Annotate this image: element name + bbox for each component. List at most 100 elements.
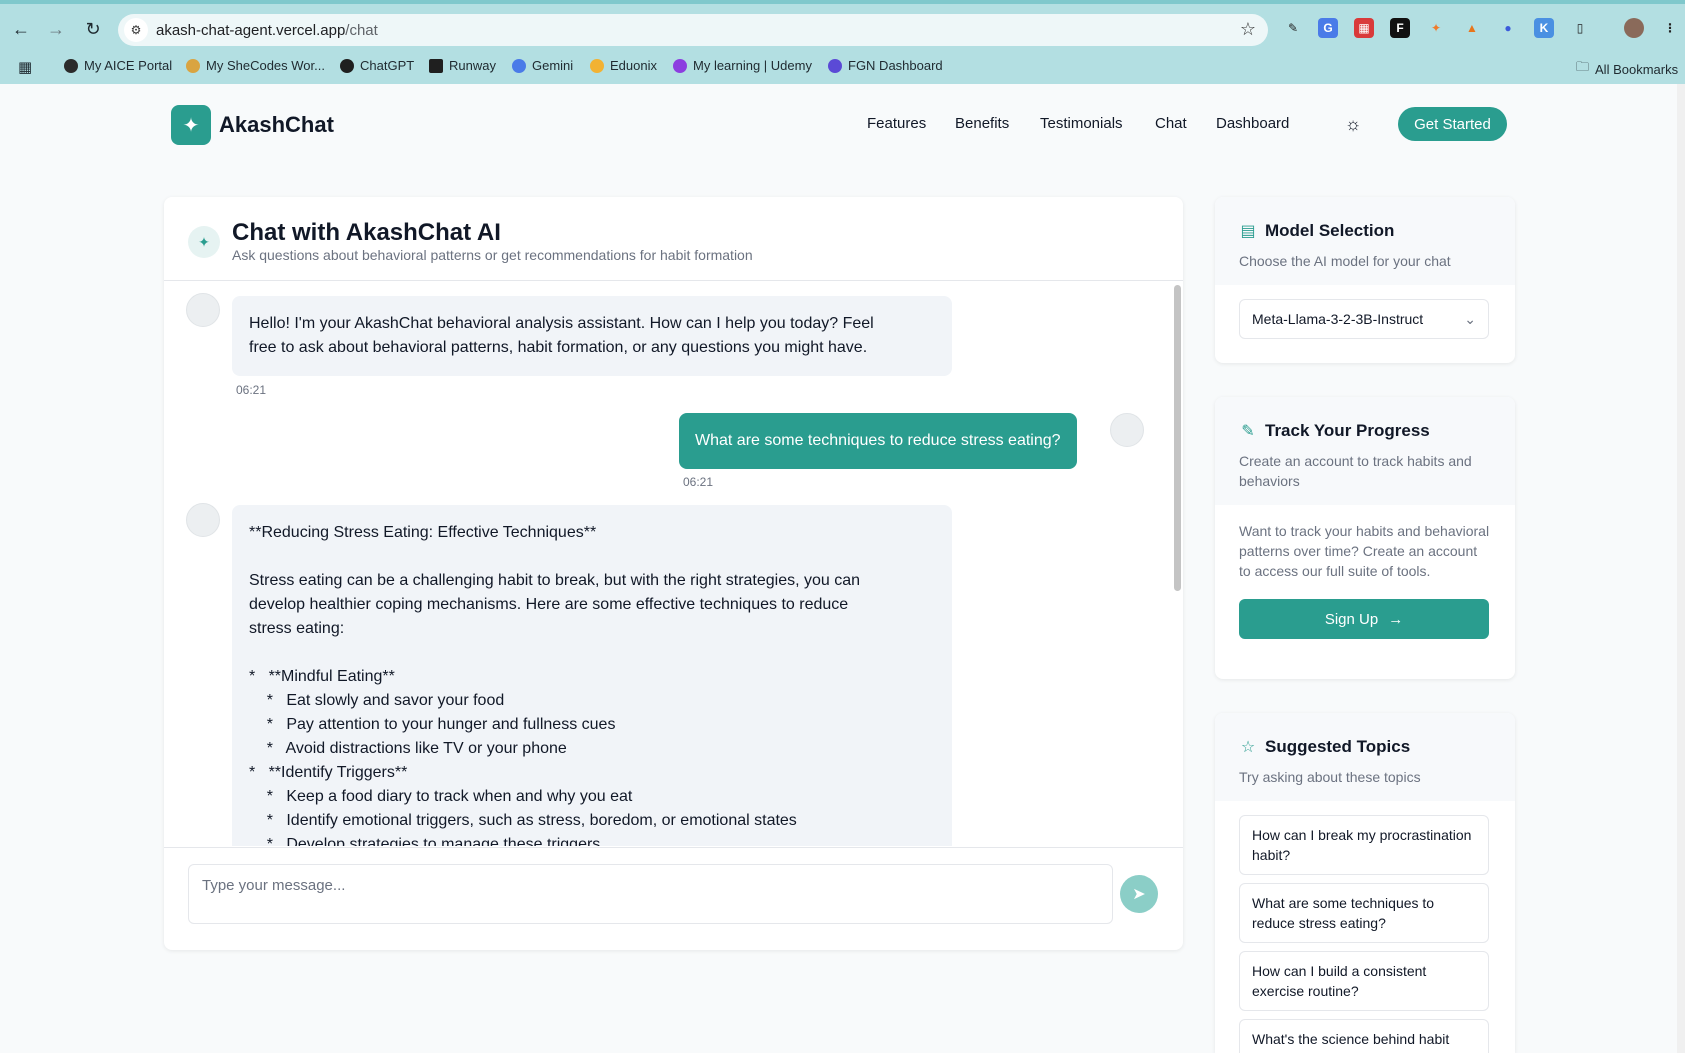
sparkle-icon: ✦ xyxy=(188,226,220,258)
send-icon: ➤ xyxy=(1132,886,1146,903)
message-line: Stress eating can be a challenging habit… xyxy=(249,572,861,589)
pen-extension-icon[interactable]: ✎ xyxy=(1283,18,1303,38)
topics-list: How can I break my procrastination habit… xyxy=(1215,801,1515,1053)
get-started-button[interactable]: Get Started xyxy=(1398,107,1507,141)
message-line xyxy=(249,641,935,665)
bookmark-label: FGN Dashboard xyxy=(848,58,943,73)
site-info-icon[interactable]: ⚙ xyxy=(124,18,148,42)
topic-item[interactable]: How can I break my procrastination habit… xyxy=(1239,815,1489,875)
fox-extension-icon[interactable]: ▲ xyxy=(1462,18,1482,38)
logo-sparkle-icon[interactable]: ✦ xyxy=(171,105,211,145)
chatgpt-icon xyxy=(340,58,354,73)
all-bookmarks[interactable]: 🗀 All Bookmarks xyxy=(1576,58,1678,80)
arrow-right-icon: → xyxy=(1388,610,1404,628)
topic-item[interactable]: What's the science behind habit xyxy=(1239,1019,1489,1053)
chat-scrollbar-thumb[interactable] xyxy=(1174,285,1181,591)
assistant-avatar xyxy=(186,293,220,327)
topics-card-title-row: ☆ Suggested Topics xyxy=(1239,737,1491,757)
star-icon: ☆ xyxy=(1240,739,1256,756)
assistant-avatar xyxy=(186,503,220,537)
url-text[interactable]: akash-chat-agent.vercel.app/chat xyxy=(156,22,378,39)
suggested-topics-card: ☆ Suggested Topics Try asking about these… xyxy=(1215,713,1515,1053)
bot-extension-icon[interactable]: ● xyxy=(1498,18,1518,38)
url-path: /chat xyxy=(345,22,378,39)
browser-chrome: ← → ↻ ⚙ akash-chat-agent.vercel.app/chat… xyxy=(0,0,1685,84)
user-avatar xyxy=(1110,413,1144,447)
pencil-icon: ✎ xyxy=(1241,423,1255,440)
f-extension-icon[interactable]: F xyxy=(1390,18,1410,38)
track-progress-card: ✎ Track Your Progress Create an account t… xyxy=(1215,397,1515,679)
bookmark-udemy[interactable]: My learning | Udemy xyxy=(673,58,812,73)
selected-model: Meta-Llama-3-2-3B-Instruct xyxy=(1252,311,1424,327)
bookmark-eduonix[interactable]: Eduonix xyxy=(590,58,657,73)
message-timestamp: 06:21 xyxy=(683,475,714,489)
model-card-title: Model Selection xyxy=(1265,221,1395,240)
sun-theme-toggle-icon[interactable]: ☼ xyxy=(1343,114,1363,134)
translate-extension-icon[interactable]: G xyxy=(1318,18,1338,38)
assistant-message: Hello! I'm your AkashChat behavioral ana… xyxy=(232,296,952,376)
chat-card: ✦ Chat with AkashChat AI Ask questions a… xyxy=(164,197,1183,950)
message-line: develop healthier coping mechanisms. Her… xyxy=(249,596,849,613)
chevron-down-icon: ⌄ xyxy=(1464,310,1476,327)
message-line: **Reducing Stress Eating: Effective Tech… xyxy=(249,524,597,541)
bookmark-chatgpt[interactable]: ChatGPT xyxy=(340,58,414,73)
bookmark-label: ChatGPT xyxy=(360,58,415,73)
message-line: * Avoid distractions like TV or your pho… xyxy=(249,740,567,757)
eduonix-icon xyxy=(590,58,604,73)
message-line: * Pay attention to your hunger and fulln… xyxy=(249,716,616,733)
bookmark-shecodes[interactable]: My SheCodes Wor... xyxy=(186,58,325,73)
pdf-extension-icon[interactable]: ▦ xyxy=(1354,18,1374,38)
message-input[interactable] xyxy=(188,864,1113,924)
fgn-icon xyxy=(828,58,842,73)
server-icon: ▤ xyxy=(1240,223,1256,240)
message-line: * **Identify Triggers** xyxy=(249,764,408,781)
nav-testimonials[interactable]: Testimonials xyxy=(1040,115,1123,132)
forward-icon[interactable]: → xyxy=(45,18,67,40)
chat-input-area: ➤ xyxy=(164,847,1183,950)
page-scrollbar[interactable] xyxy=(1677,84,1685,1053)
bookmark-fgn[interactable]: FGN Dashboard xyxy=(828,58,943,73)
folder-icon: 🗀 xyxy=(1576,59,1590,74)
model-selection-card: ▤ Model Selection Choose the AI model for… xyxy=(1215,197,1515,363)
runway-icon xyxy=(429,58,443,73)
model-card-title-row: ▤ Model Selection xyxy=(1239,221,1491,241)
topic-item[interactable]: What are some techniques to reduce stres… xyxy=(1239,883,1489,943)
topic-item[interactable]: How can I build a consistent exercise ro… xyxy=(1239,951,1489,1011)
bookmark-gemini[interactable]: Gemini xyxy=(512,58,573,73)
progress-card-title: Track Your Progress xyxy=(1265,421,1430,440)
reload-icon[interactable]: ↻ xyxy=(82,18,104,40)
send-button[interactable]: ➤ xyxy=(1120,875,1158,913)
logo-text[interactable]: AkashChat xyxy=(219,112,334,138)
k-extension-icon[interactable]: K xyxy=(1534,18,1554,38)
progress-card-header: ✎ Track Your Progress Create an account t… xyxy=(1215,397,1515,505)
message-timestamp: 06:21 xyxy=(236,383,267,397)
nav-dashboard[interactable]: Dashboard xyxy=(1216,115,1289,132)
model-card-header: ▤ Model Selection Choose the AI model for… xyxy=(1215,197,1515,285)
message-line: * Identify emotional triggers, such as s… xyxy=(249,812,797,829)
back-icon[interactable]: ← xyxy=(10,18,32,40)
model-select[interactable]: Meta-Llama-3-2-3B-Instruct ⌄ xyxy=(1239,299,1489,339)
bookmark-runway[interactable]: Runway xyxy=(429,58,496,73)
topics-card-title: Suggested Topics xyxy=(1265,737,1411,756)
progress-card-body: Want to track your habits and behavioral… xyxy=(1215,505,1515,659)
sign-up-button[interactable]: Sign Up → xyxy=(1239,599,1489,639)
bookmark-star-icon[interactable]: ☆ xyxy=(1240,19,1256,40)
profile-avatar[interactable] xyxy=(1624,18,1644,38)
bookmarks-bar: ▦ My AICE Portal My SheCodes Wor... Chat… xyxy=(0,54,1685,84)
sparkle-extension-icon[interactable]: ✦ xyxy=(1426,18,1446,38)
user-message: What are some techniques to reduce stres… xyxy=(679,413,1077,469)
nav-features[interactable]: Features xyxy=(867,115,926,132)
puzzle-extensions-icon[interactable]: ▯ xyxy=(1570,18,1590,38)
message-list[interactable]: Hello! I'm your AkashChat behavioral ana… xyxy=(164,282,1183,846)
message-line: free to ask about behavioral patterns, h… xyxy=(249,339,868,356)
menu-kebab-icon[interactable]: ⋮ xyxy=(1660,18,1680,38)
apps-grid-icon[interactable]: ▦ xyxy=(18,58,32,76)
bookmark-aice[interactable]: My AICE Portal xyxy=(64,58,172,73)
nav-benefits[interactable]: Benefits xyxy=(955,115,1009,132)
message-line: Hello! I'm your AkashChat behavioral ana… xyxy=(249,315,874,332)
topics-card-subtitle: Try asking about these topics xyxy=(1239,769,1421,785)
nav-chat[interactable]: Chat xyxy=(1155,115,1187,132)
topics-card-header: ☆ Suggested Topics Try asking about these… xyxy=(1215,713,1515,801)
address-bar[interactable]: ⚙ akash-chat-agent.vercel.app/chat ☆ xyxy=(118,14,1268,46)
progress-card-title-row: ✎ Track Your Progress xyxy=(1239,421,1491,441)
